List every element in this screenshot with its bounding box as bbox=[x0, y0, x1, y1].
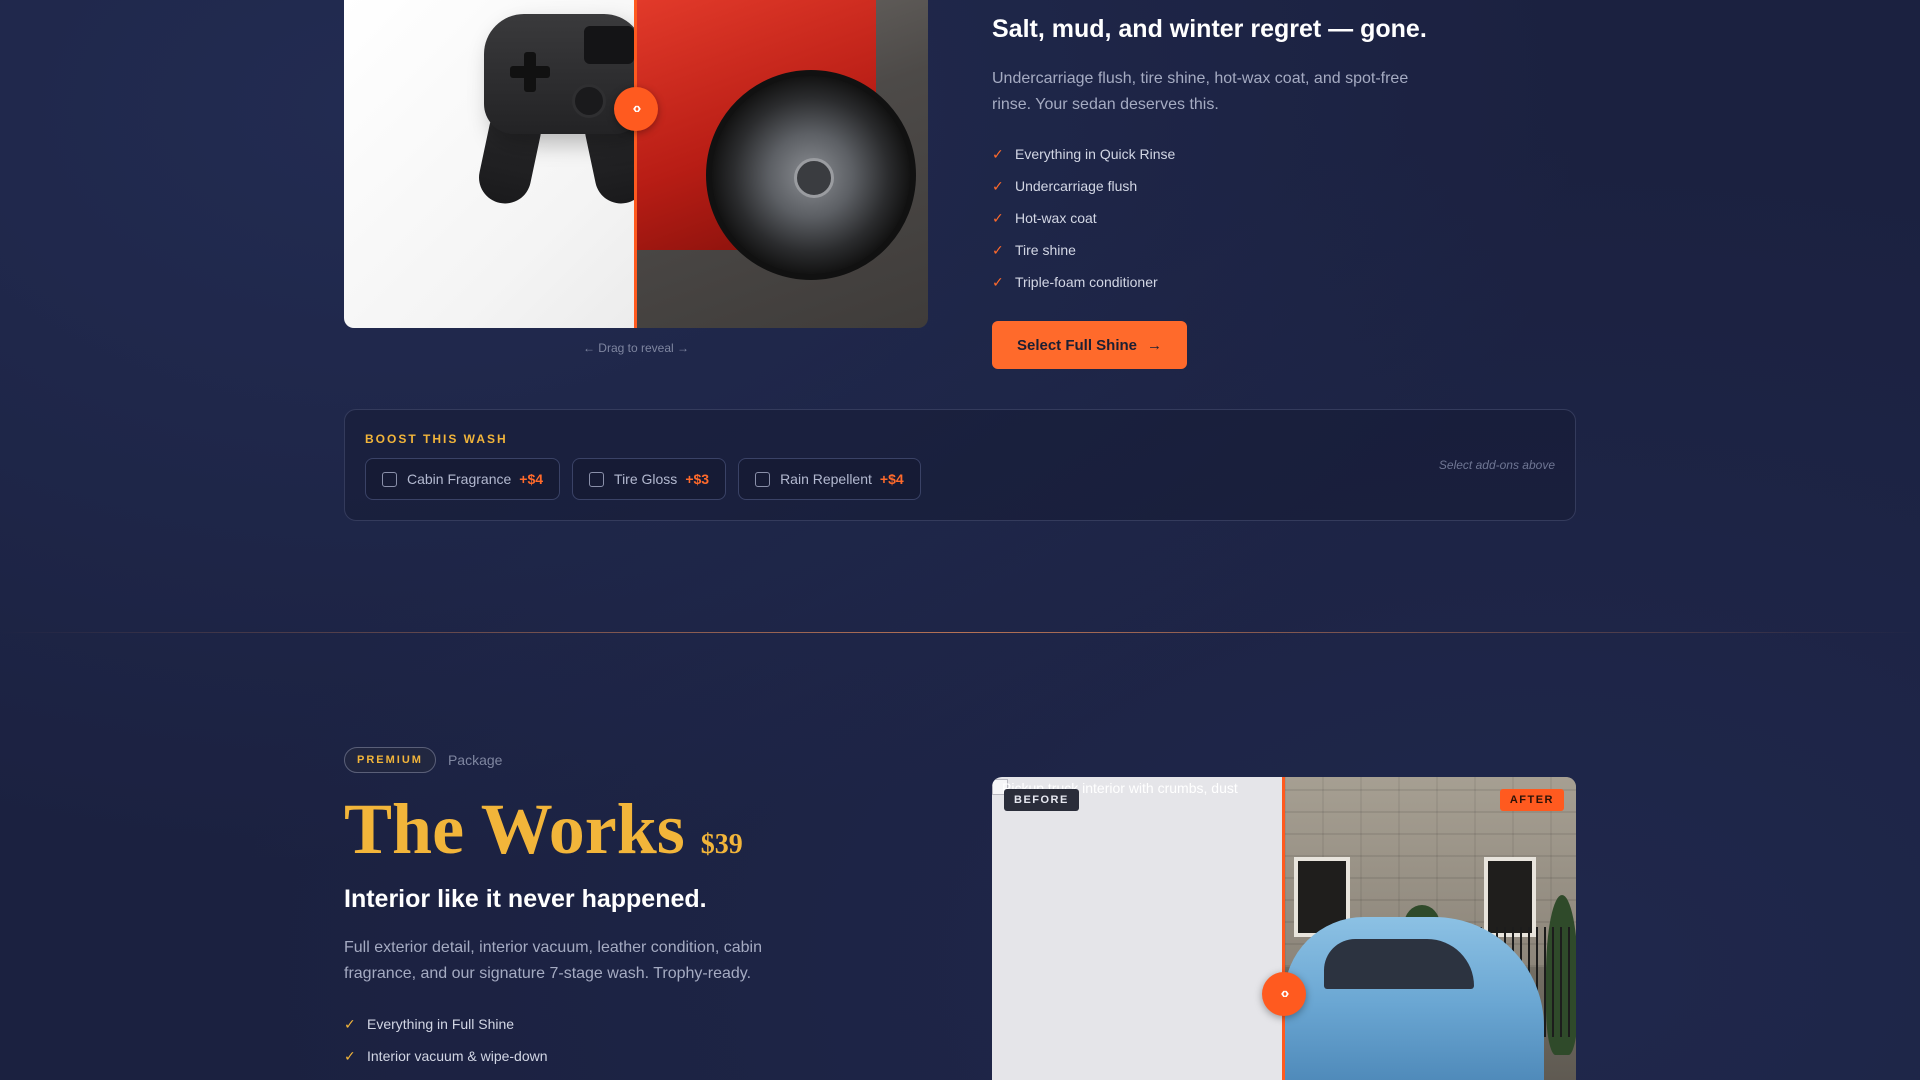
car-wheel-illustration bbox=[706, 70, 916, 280]
after-image-red-car-wheel bbox=[636, 0, 928, 328]
select-full-shine-button[interactable]: Select Full Shine → bbox=[992, 321, 1187, 369]
after-image-blue-car bbox=[1284, 777, 1576, 1080]
slider-handle-icon[interactable]: ‹› bbox=[614, 87, 658, 131]
feature-item: ✓ Everything in Quick Rinse bbox=[992, 145, 1176, 163]
the-works-tagline: Interior like it never happened. bbox=[344, 885, 707, 913]
checkmark-icon: ✓ bbox=[344, 1015, 356, 1032]
addon-cabin-fragrance[interactable]: Cabin Fragrance +$4 bbox=[365, 458, 561, 500]
checkmark-icon: ✓ bbox=[344, 1047, 356, 1064]
section-divider bbox=[0, 632, 1920, 633]
package-label: Package bbox=[447, 752, 503, 768]
checkmark-icon: ✓ bbox=[992, 177, 1004, 194]
after-tag: AFTER bbox=[1499, 789, 1564, 811]
addon-rain-repellent[interactable]: Rain Repellent +$4 bbox=[738, 458, 921, 500]
before-image-broken: Pickup truck interior with crumbs, dust bbox=[992, 777, 1284, 1080]
full-shine-feature-list: ✓ Everything in Quick Rinse ✓ Undercarriag… bbox=[992, 138, 1572, 298]
feature-item: ✓ Hot-wax coat bbox=[992, 209, 1097, 227]
comparison-slider-full-shine[interactable]: ‹› bbox=[344, 0, 928, 328]
checkmark-icon: ✓ bbox=[992, 209, 1004, 226]
checkmark-icon: ✓ bbox=[992, 241, 1004, 258]
checkmark-icon: ✓ bbox=[992, 145, 1004, 162]
boost-this-wash-panel: BOOST THIS WASH Cabin Fragrance +$4 Tire… bbox=[344, 409, 1576, 521]
comparison-slider-the-works[interactable]: Pickup truck interior with crumbs, dust … bbox=[992, 777, 1576, 1080]
arrow-right-icon: → bbox=[1147, 336, 1163, 354]
the-works-title-row: The Works $39 bbox=[344, 785, 743, 873]
package-name: The Works bbox=[344, 789, 685, 869]
feature-item: ✓ Triple-foam conditioner bbox=[992, 273, 1158, 291]
slider-divider-line[interactable] bbox=[1282, 777, 1285, 1080]
the-works-description: Full exterior detail, interior vacuum, l… bbox=[344, 939, 762, 982]
package-price: $39 bbox=[700, 829, 743, 860]
feature-item: ✓ Everything in Full Shine bbox=[344, 1015, 515, 1033]
drag-to-reveal-hint: ← Drag to reveal → bbox=[582, 341, 690, 355]
package-tier-row: PREMIUM Package bbox=[344, 747, 502, 773]
addon-list: Cabin Fragrance +$4 Tire Gloss +$3 Rain … bbox=[365, 458, 921, 500]
checkbox-unchecked-icon[interactable] bbox=[382, 471, 397, 487]
checkmark-icon: ✓ bbox=[992, 273, 1004, 290]
before-tag: BEFORE bbox=[1004, 789, 1079, 811]
full-shine-headline: Salt, mud, and winter regret — gone. bbox=[992, 15, 1427, 43]
checkbox-unchecked-icon[interactable] bbox=[589, 471, 605, 487]
full-shine-description: Undercarriage flush, tire shine, hot-wax… bbox=[992, 70, 1409, 113]
slider-handle-icon[interactable]: ‹› bbox=[1262, 972, 1306, 1016]
feature-item: ✓ Undercarriage flush bbox=[992, 177, 1138, 195]
addon-hint: Select add-ons above bbox=[1438, 458, 1555, 472]
feature-item: ✓ Tire shine bbox=[992, 241, 1076, 259]
slider-divider-line[interactable] bbox=[634, 0, 637, 328]
tier-badge: PREMIUM bbox=[344, 747, 436, 773]
feature-item: ✓ Interior vacuum & wipe-down bbox=[344, 1047, 548, 1065]
before-image-game-controller bbox=[344, 0, 652, 328]
addon-tire-gloss[interactable]: Tire Gloss +$3 bbox=[572, 458, 727, 500]
checkbox-unchecked-icon[interactable] bbox=[755, 471, 771, 487]
the-works-feature-list: ✓ Everything in Full Shine ✓ Interior vacu… bbox=[344, 1008, 548, 1072]
full-shine-details: Salt, mud, and winter regret — gone. Und… bbox=[992, 14, 1572, 298]
boost-title: BOOST THIS WASH bbox=[365, 432, 508, 446]
